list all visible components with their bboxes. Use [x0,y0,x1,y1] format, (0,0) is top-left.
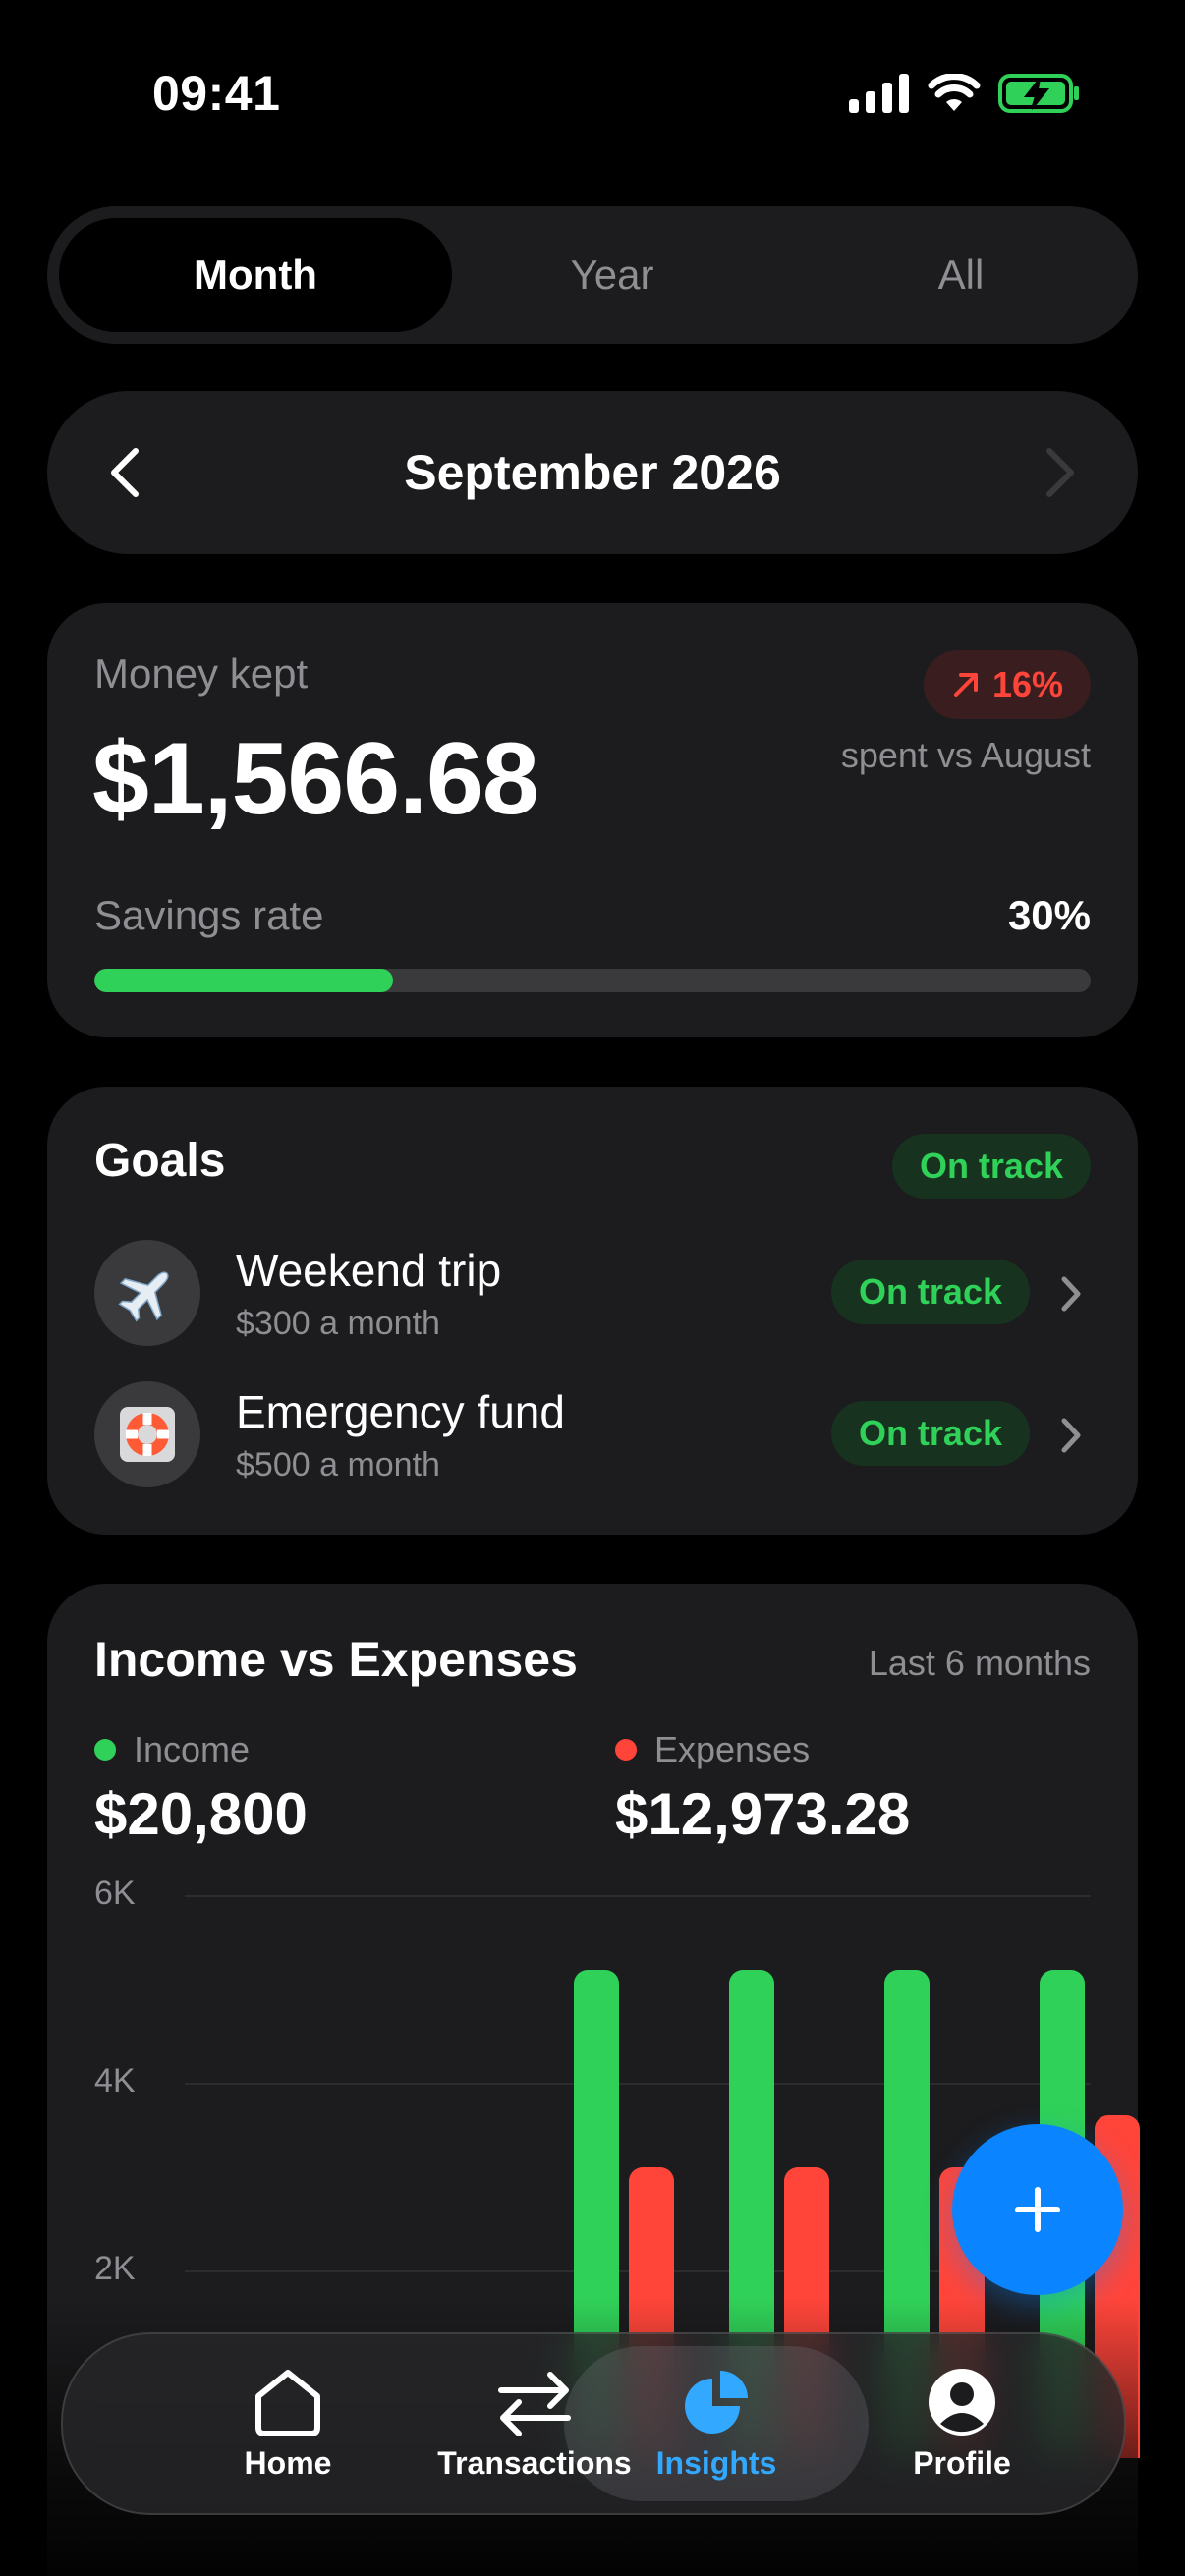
status-time: 09:41 [152,66,281,121]
chevron-right-icon [1046,448,1074,497]
goal-row-weekend-trip[interactable]: Weekend trip $300 a month On track [94,1240,1091,1348]
savings-rate-label: Savings rate [94,892,324,938]
goal-name: Emergency fund [236,1386,565,1437]
previous-month-button[interactable] [86,433,165,512]
spend-change-value: 16% [991,664,1063,704]
goals-card: Goals On track Weekend trip $300 a month… [47,1087,1138,1535]
plus-icon [1015,2187,1060,2232]
gridline [185,2083,1091,2085]
next-month-button[interactable] [1020,433,1099,512]
goal-status-badge: On track [830,1260,1030,1324]
goals-title: Goals [94,1135,226,1187]
profile-icon [929,2368,995,2436]
money-kept-label: Money kept [94,650,309,697]
chevron-left-icon [111,448,139,497]
money-kept-card: Money kept $1,566.68 16% spent vs August… [47,603,1138,1037]
segment-year[interactable]: Year [440,218,784,332]
tab-label: Insights [655,2444,777,2481]
arrow-up-right-icon [953,673,978,697]
y-tick-label: 4K [94,2062,136,2100]
battery-charging-icon [998,73,1081,119]
chevron-right-icon [1051,1411,1091,1460]
tab-bar: Home Transactions Insights Profile [61,2332,1126,2515]
tab-insights[interactable]: Insights [574,2334,859,2513]
tab-profile[interactable]: Profile [819,2334,1104,2513]
goal-name: Weekend trip [236,1245,502,1296]
y-tick-label: 6K [94,1875,136,1912]
goals-status-badge: On track [891,1134,1091,1199]
status-icons [849,73,1081,119]
savings-progress-fill [94,969,394,992]
period-segmented-control: Month Year All [47,206,1138,344]
month-navigator: September 2026 [47,391,1138,554]
airplane-icon [94,1240,200,1346]
savings-rate-value: 30% [1007,892,1091,938]
spend-change-badge: 16% [923,650,1091,719]
month-title: September 2026 [404,445,781,500]
pie-chart-icon [685,2370,748,2434]
home-icon [255,2369,320,2436]
life-ring-icon [94,1381,200,1487]
tab-label: Profile [913,2444,1011,2481]
segment-all[interactable]: All [794,218,1128,332]
goal-amount: $500 a month [236,1446,440,1484]
wifi-icon [928,73,981,118]
chevron-right-icon [1051,1269,1091,1318]
cellular-signal-icon [849,74,910,118]
tab-label: Home [244,2444,332,2481]
savings-progress-track [94,969,1091,992]
gridline [185,1895,1091,1897]
y-tick-label: 2K [94,2250,136,2287]
goal-status-badge: On track [830,1401,1030,1466]
goal-amount: $300 a month [236,1305,440,1342]
add-transaction-button[interactable] [952,2124,1123,2295]
spend-change-caption: spent vs August [840,735,1091,775]
transfer-arrows-icon [498,2371,571,2436]
goal-row-emergency-fund[interactable]: Emergency fund $500 a month On track [94,1381,1091,1489]
money-kept-amount: $1,566.68 [92,722,539,836]
segment-month[interactable]: Month [59,218,452,332]
